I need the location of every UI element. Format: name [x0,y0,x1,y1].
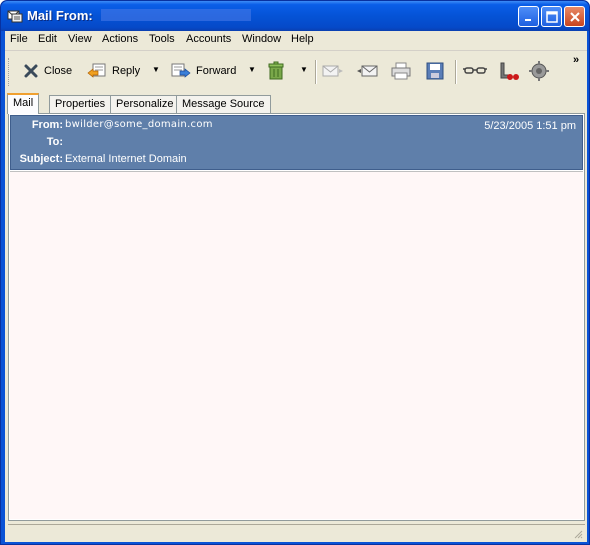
tab-message-source[interactable]: Message Source [176,95,271,113]
menu-actions[interactable]: Actions [102,33,138,45]
open-envelope-icon [322,65,343,77]
glasses-icon [463,67,487,74]
tab-properties[interactable]: Properties [49,95,112,113]
menu-help[interactable]: Help [291,33,314,45]
tab-personalize[interactable]: Personalize [110,95,180,113]
from-label: From: [31,119,63,131]
window-title: Mail From: [27,8,93,23]
save-icon [426,62,444,80]
menu-edit[interactable]: Edit [38,33,57,45]
subject-value: External Internet Domain [65,153,187,165]
title-bar[interactable]: Mail From: [1,1,589,31]
reply-icon [87,63,106,78]
message-frame: From: bwilder@some_domain.com 5/23/2005 … [8,113,585,521]
toolbar-separator [315,60,317,84]
message-header: From: bwilder@some_domain.com 5/23/2005 … [10,115,583,170]
reply-button[interactable]: Reply [87,60,140,82]
print-icon [391,62,411,80]
maximize-icon [545,10,558,23]
forward-dropdown-arrow[interactable]: ▼ [248,65,256,74]
subject-label: Subject: [19,153,63,165]
from-value[interactable]: bwilder@some_domain.com [65,119,213,130]
toolbar: Close Reply ▼ Forward ▼ ▼ » [5,52,587,92]
previous-envelope-icon [357,65,378,77]
message-body[interactable] [10,171,583,519]
status-bar [8,524,585,540]
phone-icon [500,62,519,80]
menu-accounts[interactable]: Accounts [186,33,231,45]
menu-view[interactable]: View [68,33,92,45]
delete-button[interactable] [267,60,285,82]
resize-grip-icon[interactable] [573,529,583,539]
settings-button[interactable] [529,60,549,82]
mail-window-icon [7,9,23,23]
forward-button-label: Forward [196,65,237,77]
tab-mail[interactable]: Mail [7,93,40,114]
toolbar-grip[interactable] [8,58,11,86]
phone-button[interactable] [497,60,519,82]
print-button[interactable] [391,60,411,82]
save-button[interactable] [426,60,444,82]
title-bar-highlight [101,9,251,21]
menu-bar: File Edit View Actions Tools Accounts Wi… [5,31,587,51]
minimize-icon [524,18,531,21]
delete-dropdown-arrow[interactable]: ▼ [300,65,308,74]
menu-file[interactable]: File [10,33,28,45]
close-x-icon [24,64,38,78]
minimize-button[interactable] [518,6,539,27]
glasses-button[interactable] [463,60,487,82]
delete-trash-icon [268,61,284,80]
gear-icon [529,61,549,81]
close-window-button[interactable] [564,6,585,27]
forward-icon [171,63,191,78]
close-button-label: Close [44,65,73,77]
message-date: 5/23/2005 1:51 pm [484,120,576,132]
menu-tools[interactable]: Tools [149,33,175,45]
next-message-button[interactable] [322,60,344,82]
window-client-area: File Edit View Actions Tools Accounts Wi… [5,31,587,542]
menu-window[interactable]: Window [242,33,281,45]
reply-dropdown-arrow[interactable]: ▼ [152,65,160,74]
previous-message-button[interactable] [356,60,378,82]
mail-window: Mail From: File Edit View Actions Tools … [0,0,590,545]
toolbar-overflow-chevron[interactable]: » [573,54,579,66]
toolbar-separator [455,60,457,84]
close-button[interactable]: Close [23,60,72,82]
to-label: To: [46,136,63,148]
close-icon [569,11,580,22]
maximize-button[interactable] [541,6,562,27]
reply-button-label: Reply [112,65,141,77]
tab-strip: Mail Properties Personalize Message Sour… [5,93,587,114]
forward-button[interactable]: Forward [171,60,236,82]
